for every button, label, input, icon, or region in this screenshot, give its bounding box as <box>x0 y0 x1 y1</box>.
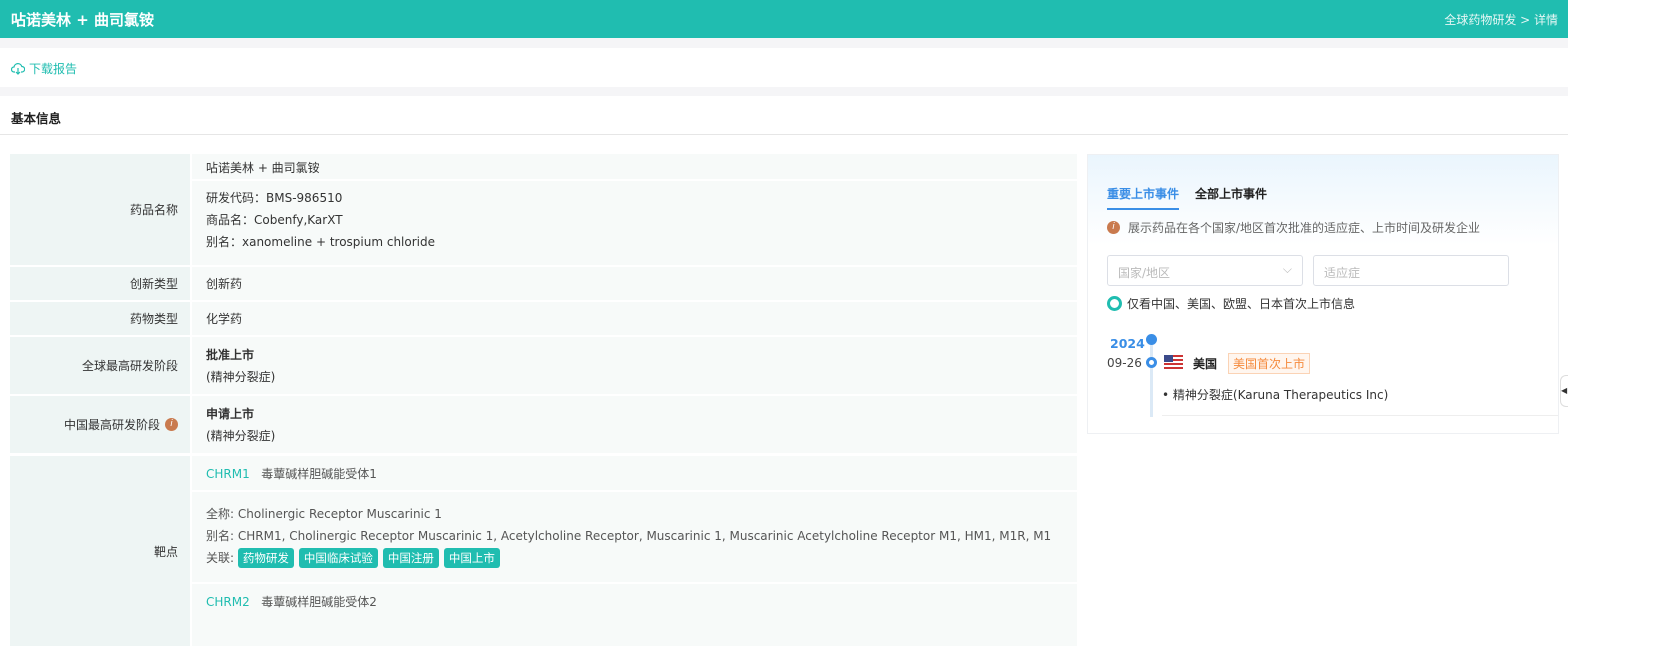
market-events-panel: 重要上市事件 全部上市事件 i 展示药品在各个国家/地区首次批准的适应症、上市时间… <box>1087 154 1559 434</box>
placeholder: 国家/地区 <box>1118 266 1171 280</box>
first-launch-badge: 美国首次上市 <box>1228 353 1311 374</box>
radio-icon <box>1107 296 1122 311</box>
divider <box>0 87 1568 96</box>
alias: 别名：xanomeline + trospium chloride <box>206 235 435 249</box>
download-report-button[interactable]: 下载报告 <box>11 60 77 77</box>
collapse-handle[interactable]: ◀ <box>1560 375 1568 407</box>
label: 中国最高研发阶段 <box>63 418 160 432</box>
row-global-stage: 全球最高研发阶段 批准上市 (精神分裂症) <box>10 337 1077 394</box>
label: 全称: <box>206 507 235 521</box>
info-icon: i <box>1107 221 1120 234</box>
chevron-down-icon: ⌵ <box>1282 262 1292 276</box>
tag-cn-trial[interactable]: 中国临床试验 <box>298 548 378 568</box>
timeline-line <box>1150 341 1153 417</box>
full-name: Cholinergic Receptor Muscarinic 1 <box>237 507 442 521</box>
note: 展示药品在各个国家/地区首次批准的适应症、上市时间及研发企业 <box>1128 221 1481 235</box>
first-launch-toggle[interactable]: 仅看中国、美国、欧盟、日本首次上市信息 <box>1107 295 1355 312</box>
breadcrumb[interactable]: 全球药物研发 > 详情 <box>1444 11 1558 28</box>
row-drug-type: 药物类型 化学药 <box>10 302 1077 335</box>
download-label: 下载报告 <box>29 62 78 76</box>
target-name: 毒蕈碱样胆碱能受体1 <box>261 467 377 481</box>
info-icon[interactable]: i <box>165 418 178 431</box>
divider <box>0 38 1568 48</box>
label: 靶点 <box>10 456 190 646</box>
tag-cn-market[interactable]: 中国上市 <box>443 548 500 568</box>
cloud-download-icon <box>11 63 25 75</box>
stage: 批准上市 <box>206 347 255 362</box>
event-item[interactable]: • 精神分裂症(Karuna Therapeutics Inc) <box>1162 386 1388 403</box>
divider <box>0 134 1568 135</box>
country-select[interactable]: 国家/地区 ⌵ <box>1107 255 1303 286</box>
label: 关联: <box>206 551 235 565</box>
timeline-dot <box>1146 357 1157 368</box>
drug-name: 呫诺美林 + 曲司氯铵 <box>192 154 1077 181</box>
indication-input[interactable]: 适应症 <box>1313 255 1509 286</box>
indication: (精神分裂症) <box>206 428 276 443</box>
label: 创新类型 <box>10 267 190 300</box>
placeholder: 适应症 <box>1324 266 1361 280</box>
tag-cn-reg[interactable]: 中国注册 <box>382 548 439 568</box>
trade-name: 商品名：Cobenfy,KarXT <box>206 213 343 227</box>
row-drug-name: 药品名称 呫诺美林 + 曲司氯铵 研发代码：BMS-986510 商品名：Cob… <box>10 154 1077 265</box>
row-innovation: 创新类型 创新药 <box>10 267 1077 300</box>
header: 呫诺美林 + 曲司氯铵 全球药物研发 > 详情 <box>0 0 1568 38</box>
tag-drug-rd[interactable]: 药物研发 <box>237 548 294 568</box>
timeline-dot <box>1146 334 1157 345</box>
value: 化学药 <box>192 302 1077 335</box>
us-flag-icon <box>1164 355 1183 369</box>
date: 09-26 <box>1107 356 1142 370</box>
label: 药品名称 <box>10 154 190 265</box>
blank-area <box>1568 0 1658 669</box>
row-china-stage: 中国最高研发阶段 i 申请上市 (精神分裂症) <box>10 396 1077 453</box>
section-title: 基本信息 <box>11 111 62 126</box>
value: 创新药 <box>192 267 1077 300</box>
country: 美国 <box>1193 357 1218 371</box>
indication: (精神分裂症) <box>206 369 276 384</box>
year: 2024 <box>1110 336 1145 351</box>
stage: 申请上市 <box>206 406 255 421</box>
page-title: 呫诺美林 + 曲司氯铵 <box>11 11 155 29</box>
alias: CHRM1, Cholinergic Receptor Muscarinic 1… <box>237 529 1052 543</box>
target-code-link[interactable]: CHRM2 <box>206 595 250 609</box>
dev-code: 研发代码：BMS-986510 <box>206 191 343 205</box>
divider <box>1162 415 1558 416</box>
tab-all-events[interactable]: 全部上市事件 <box>1195 185 1267 202</box>
target-code-link[interactable]: CHRM1 <box>206 467 250 481</box>
toggle-label: 仅看中国、美国、欧盟、日本首次上市信息 <box>1127 297 1356 311</box>
tab-key-events[interactable]: 重要上市事件 <box>1107 185 1180 210</box>
label: 药物类型 <box>10 302 190 335</box>
label: 别名: <box>206 529 235 543</box>
event-text: 精神分裂症(Karuna Therapeutics Inc) <box>1172 388 1389 402</box>
target-name: 毒蕈碱样胆碱能受体2 <box>261 595 377 609</box>
label: 全球最高研发阶段 <box>10 337 190 394</box>
row-targets: 靶点 CHRM1 毒蕈碱样胆碱能受体1 全称: Cholinergic Rece… <box>10 456 1077 646</box>
